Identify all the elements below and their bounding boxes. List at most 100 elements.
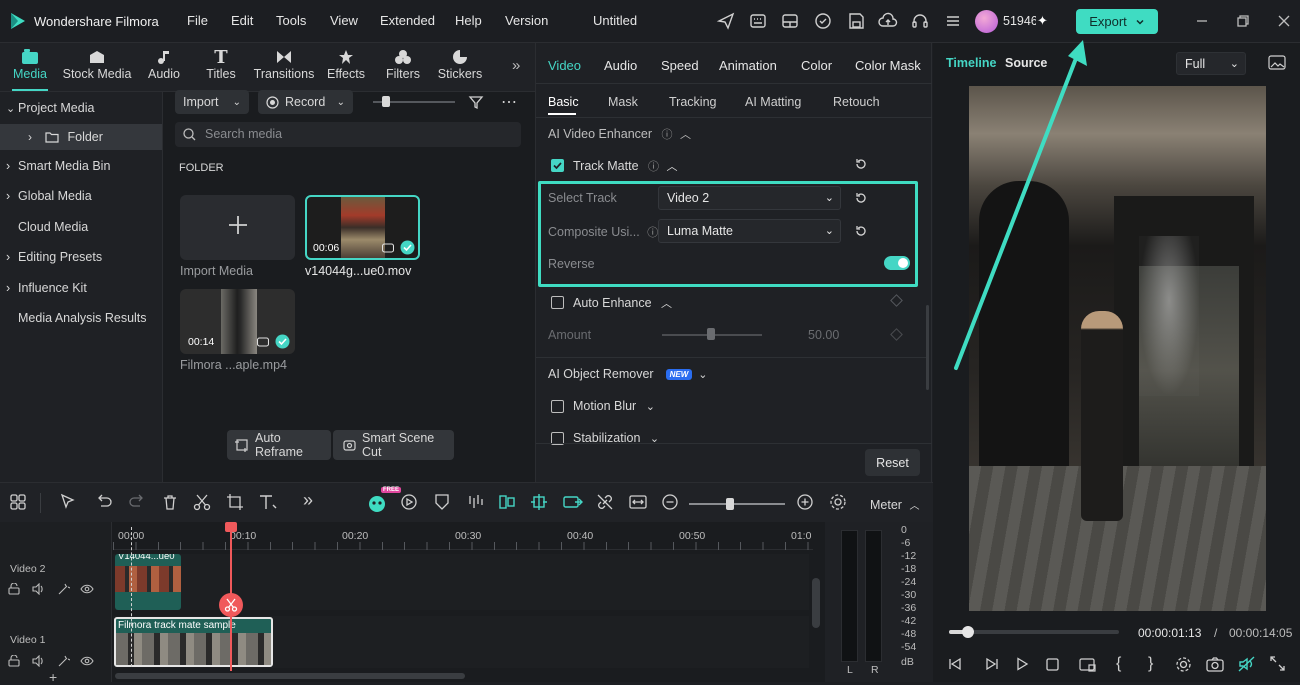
keyboard-icon[interactable] bbox=[748, 11, 770, 33]
tab-effects[interactable]: Effects bbox=[324, 47, 368, 89]
ai-mascot-icon[interactable] bbox=[367, 493, 387, 513]
reset-button[interactable]: Reset bbox=[865, 449, 920, 476]
menu-extended[interactable]: Extended bbox=[380, 13, 435, 28]
import-button[interactable]: Import ⌄ bbox=[175, 90, 249, 114]
vertical-scrollbar[interactable] bbox=[812, 578, 820, 628]
delete-icon[interactable] bbox=[161, 493, 181, 513]
tab-titles[interactable]: T Titles bbox=[199, 47, 243, 89]
preview-progress-handle[interactable] bbox=[962, 626, 974, 638]
tree-media-analysis[interactable]: Media Analysis Results bbox=[0, 305, 162, 331]
track-matte-checkbox[interactable] bbox=[551, 159, 564, 172]
auto-enhance-checkbox[interactable] bbox=[551, 296, 564, 309]
menu-tools[interactable]: Tools bbox=[276, 13, 306, 28]
amount-slider-handle[interactable] bbox=[707, 328, 715, 340]
tab-audio[interactable]: Audio bbox=[142, 47, 186, 89]
tree-global-media[interactable]: › Global Media bbox=[0, 183, 162, 209]
horizontal-scrollbar[interactable] bbox=[115, 673, 465, 679]
reset-composite-icon[interactable] bbox=[854, 224, 868, 238]
marker-shield-icon[interactable] bbox=[433, 493, 453, 513]
subtab-tracking[interactable]: Tracking bbox=[669, 95, 716, 109]
lock-icon[interactable] bbox=[8, 655, 20, 667]
ai-object-remover-row[interactable]: AI Object Remover NEW ⌄ bbox=[548, 367, 707, 381]
scissors-icon[interactable] bbox=[193, 493, 213, 513]
zoom-slider-handle[interactable] bbox=[726, 498, 734, 510]
menu-view[interactable]: View bbox=[330, 13, 358, 28]
reset-track-matte-icon[interactable] bbox=[854, 157, 868, 171]
menu-help[interactable]: Help bbox=[455, 13, 482, 28]
cloud-upload-icon[interactable] bbox=[878, 11, 900, 33]
mark-in-icon[interactable]: { bbox=[1116, 655, 1121, 673]
media-clip-1[interactable]: 00:06 bbox=[305, 195, 420, 260]
tab-media[interactable]: Media bbox=[8, 47, 52, 89]
motion-blur-checkbox[interactable] bbox=[551, 400, 564, 413]
tab-video[interactable]: Video bbox=[548, 58, 581, 73]
record-button[interactable]: Record ⌄ bbox=[258, 90, 353, 114]
clip-video-2[interactable]: V14044...ue0 bbox=[115, 554, 181, 610]
speed-ramp-icon[interactable] bbox=[400, 493, 420, 513]
select-track-dropdown[interactable]: Video 2 ⌄ bbox=[658, 186, 841, 210]
speaker-icon[interactable] bbox=[32, 583, 46, 595]
meter-dropdown[interactable]: Meter ︿ bbox=[870, 497, 919, 512]
crop-icon[interactable] bbox=[226, 493, 246, 513]
stabilization-row[interactable]: Stabilization ⌄ bbox=[573, 431, 659, 443]
auto-reframe-button[interactable]: Auto Reframe bbox=[227, 430, 331, 460]
quality-dropdown[interactable]: Full ⌄ bbox=[1176, 52, 1246, 75]
tree-editing-presets[interactable]: › Editing Presets bbox=[0, 244, 162, 270]
zoom-slider-track[interactable] bbox=[689, 503, 785, 505]
audio-mute-icon[interactable] bbox=[1238, 656, 1256, 672]
media-clip-2[interactable]: 00:14 bbox=[180, 289, 295, 354]
composite-dropdown[interactable]: Luma Matte ⌄ bbox=[658, 219, 841, 243]
next-frame-icon[interactable] bbox=[983, 657, 999, 671]
track-matte-row[interactable]: Track Matte ⓘ ︿ bbox=[573, 158, 678, 174]
menu-version[interactable]: Version bbox=[505, 13, 548, 28]
subtab-ai-matting[interactable]: AI Matting bbox=[745, 95, 801, 109]
motion-blur-row[interactable]: Motion Blur ⌄ bbox=[573, 399, 655, 413]
ai-video-enhancer-row[interactable]: AI Video Enhancer ⓘ ︿ bbox=[548, 126, 691, 142]
tab-audio-props[interactable]: Audio bbox=[604, 58, 637, 73]
double-chevron-right-icon[interactable]: » bbox=[512, 57, 520, 74]
camera-snapshot-icon[interactable] bbox=[1206, 656, 1224, 672]
filter-icon[interactable] bbox=[468, 94, 484, 110]
mark-out-icon[interactable]: } bbox=[1148, 655, 1153, 673]
keyframe-diamond-icon[interactable] bbox=[890, 328, 903, 341]
timeline-settings-icon[interactable] bbox=[829, 493, 849, 513]
subtab-mask[interactable]: Mask bbox=[608, 95, 638, 109]
tab-stickers[interactable]: Stickers bbox=[436, 47, 484, 89]
more-tools-icon[interactable]: » bbox=[303, 490, 323, 510]
lock-icon[interactable] bbox=[8, 583, 20, 595]
layout-grid-icon[interactable] bbox=[9, 493, 29, 513]
layout-icon[interactable] bbox=[780, 11, 802, 33]
tab-animation[interactable]: Animation bbox=[719, 58, 777, 73]
minimize-icon[interactable] bbox=[1194, 13, 1210, 29]
restore-icon[interactable] bbox=[1235, 13, 1251, 29]
stop-icon[interactable] bbox=[1046, 658, 1059, 671]
keyframe-diamond-icon[interactable] bbox=[890, 294, 903, 307]
play-icon[interactable] bbox=[1015, 657, 1029, 671]
text-tool-icon[interactable] bbox=[258, 493, 278, 513]
add-track-icon[interactable]: + bbox=[49, 669, 57, 685]
magic-wand-icon[interactable] bbox=[57, 655, 70, 668]
preview-progress-track[interactable] bbox=[949, 630, 1119, 634]
prev-frame-icon[interactable] bbox=[948, 657, 964, 671]
tab-filters[interactable]: Filters bbox=[381, 47, 425, 89]
audio-beat-icon[interactable] bbox=[466, 493, 486, 513]
tab-transitions[interactable]: Transitions bbox=[252, 47, 316, 89]
playhead-handle[interactable] bbox=[225, 522, 237, 532]
thumb-size-slider-handle[interactable] bbox=[382, 96, 390, 107]
cloud-sync-icon[interactable] bbox=[813, 11, 835, 33]
subtab-retouch[interactable]: Retouch bbox=[833, 95, 880, 109]
reverse-toggle[interactable] bbox=[884, 256, 910, 270]
tree-influence-kit[interactable]: › Influence Kit bbox=[0, 275, 162, 301]
tab-color[interactable]: Color bbox=[801, 58, 832, 73]
reset-select-track-icon[interactable] bbox=[854, 191, 868, 205]
playhead-scissors-icon[interactable] bbox=[219, 593, 243, 617]
tree-project-media[interactable]: ⌄ Project Media bbox=[0, 95, 162, 121]
auto-ripple-icon[interactable] bbox=[530, 493, 550, 513]
fullscreen-icon[interactable] bbox=[1270, 656, 1285, 671]
search-box[interactable]: Search media bbox=[175, 122, 521, 147]
replace-clip-icon[interactable] bbox=[563, 493, 583, 513]
tab-stock-media[interactable]: Stock Media bbox=[60, 47, 134, 89]
undo-icon[interactable] bbox=[95, 493, 115, 513]
tree-smart-media-bin[interactable]: › Smart Media Bin bbox=[0, 153, 162, 179]
subtab-basic[interactable]: Basic bbox=[548, 95, 579, 109]
